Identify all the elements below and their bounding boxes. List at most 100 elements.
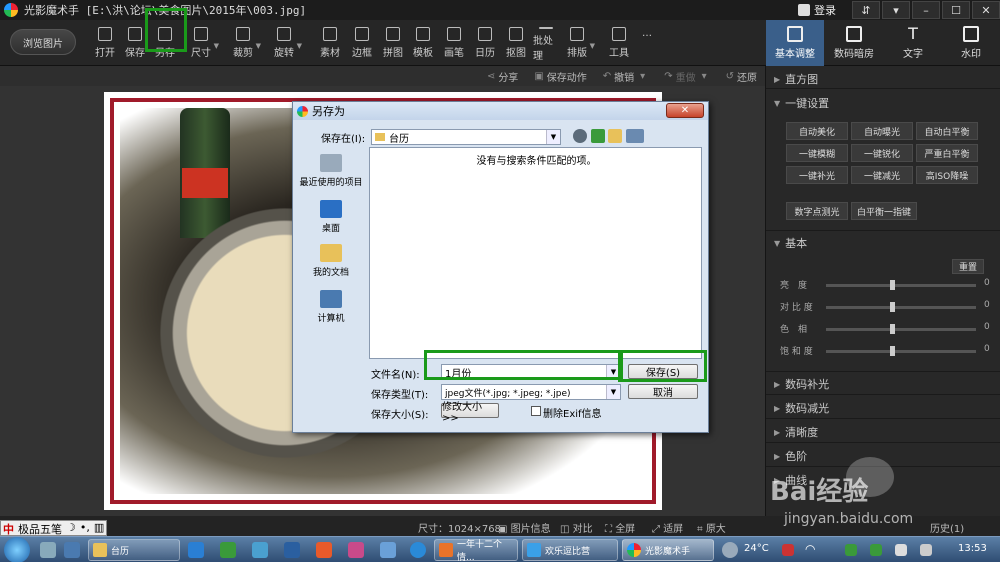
browse-images-button[interactable]: 浏览图片 — [10, 29, 76, 55]
brightness-knob[interactable] — [890, 280, 895, 290]
saturation-knob[interactable] — [890, 346, 895, 356]
task-calendar-folder[interactable]: 台历 — [88, 539, 180, 561]
file-list[interactable]: 没有与搜索条件匹配的项。 — [369, 147, 702, 359]
layout-button[interactable]: 排版 ▼ — [567, 24, 595, 62]
basic-section[interactable]: ▼ 基本 — [774, 235, 807, 251]
place-recent[interactable]: 最近使用的项目 — [296, 154, 366, 188]
remove-exif-checkbox[interactable] — [531, 406, 541, 416]
undo-button[interactable]: ↶ 撤销 ▾ — [603, 69, 648, 84]
restore-button[interactable]: ↺ 还原 — [726, 69, 757, 84]
new-folder-icon[interactable] — [608, 129, 622, 143]
save-in-select[interactable]: 台历 ▼ — [371, 129, 561, 145]
task-qq[interactable]: 欢乐逗比营 — [522, 539, 618, 561]
menu-button[interactable]: ▾ — [882, 1, 910, 19]
volume-icon[interactable] — [920, 544, 932, 556]
maximize-button[interactable]: ☐ — [942, 1, 970, 19]
share-button[interactable]: ⋖ 分享 — [487, 69, 518, 84]
collage-button[interactable]: 拼图 — [383, 24, 403, 62]
severe-white-balance-button[interactable]: 严重白平衡 — [916, 144, 978, 162]
clock-text[interactable]: 13:53 — [958, 543, 987, 554]
ime-dot-icon[interactable]: •, — [78, 521, 92, 535]
app-pink-icon[interactable] — [348, 542, 364, 558]
histogram-section[interactable]: ▶ 直方图 — [774, 71, 818, 87]
tab-basic-adjust[interactable]: 基本调整 — [766, 20, 824, 66]
media-player-icon[interactable] — [410, 542, 426, 558]
one-click-section[interactable]: ▼ 一键设置 — [774, 95, 829, 111]
border-button[interactable]: 边框 — [352, 24, 372, 62]
close-button[interactable]: ✕ — [972, 1, 1000, 19]
place-computer[interactable]: 计算机 — [296, 290, 366, 324]
save-button[interactable]: 保存 — [125, 24, 145, 62]
high-iso-denoise-button[interactable]: 高ISO降噪 — [916, 166, 978, 184]
white-balance-picker-button[interactable]: 白平衡一指键 — [851, 202, 917, 220]
wifi-icon[interactable]: ◠ — [805, 542, 821, 558]
auto-beautify-button[interactable]: 自动美化 — [786, 122, 848, 140]
brush-button[interactable]: 画笔 — [444, 24, 464, 62]
task-photo-editor[interactable]: 光影魔术手 — [622, 539, 714, 561]
ie-icon[interactable] — [188, 542, 204, 558]
more-button[interactable]: … — [640, 24, 654, 62]
fill-light-button[interactable]: 一键补光 — [786, 166, 848, 184]
batch-button[interactable]: 批处理 — [533, 24, 559, 62]
computer-taskbar-icon[interactable] — [64, 542, 80, 558]
original-size-button[interactable]: ⌗ 原大 — [697, 520, 726, 535]
start-button[interactable] — [4, 537, 30, 562]
minimize-button[interactable]: – — [912, 1, 940, 19]
security-icon[interactable] — [845, 544, 857, 556]
open-button[interactable]: 打开 — [95, 24, 115, 62]
chrome-icon[interactable] — [316, 542, 332, 558]
tab-digital-darkroom[interactable]: 数码暗房 — [825, 20, 883, 66]
one-click-sharpen-button[interactable]: 一键锐化 — [851, 144, 913, 162]
tray-red-icon[interactable] — [782, 544, 794, 556]
crop-button[interactable]: 裁剪 ▼ — [233, 24, 261, 62]
show-desktop-icon[interactable] — [40, 542, 56, 558]
compare-button[interactable]: ◫ 对比 — [560, 520, 593, 535]
fit-screen-button[interactable]: ⤢ 适屏 — [652, 520, 683, 535]
login-link[interactable]: 登录 — [814, 2, 836, 18]
tab-watermark[interactable]: 水印 — [942, 20, 1000, 66]
ime-keyboard-icon[interactable]: ▥ — [92, 521, 106, 535]
clarity-section[interactable]: ▶ 清晰度 — [774, 424, 818, 440]
image-info-button[interactable]: ▣ 图片信息 — [498, 520, 551, 535]
cancel-button-dialog[interactable]: 取消 — [628, 384, 698, 399]
one-click-blur-button[interactable]: 一键模糊 — [786, 144, 848, 162]
app-green-icon[interactable] — [220, 542, 236, 558]
rotate-button[interactable]: 旋转 ▼ — [274, 24, 302, 62]
user-icon[interactable] — [798, 4, 810, 16]
spot-metering-button[interactable]: 数字点测光 — [786, 202, 848, 220]
auto-exposure-button[interactable]: 自动曝光 — [851, 122, 913, 140]
view-menu-icon[interactable] — [626, 129, 644, 143]
contrast-slider[interactable] — [826, 306, 976, 309]
hue-slider[interactable] — [826, 328, 976, 331]
change-size-button[interactable]: 修改大小 >> — [441, 402, 499, 424]
back-icon[interactable] — [573, 129, 587, 143]
tools-button[interactable]: 工具 — [609, 24, 629, 62]
calendar-button[interactable]: 日历 — [475, 24, 495, 62]
task-browser[interactable]: 一年十二个情... — [434, 539, 518, 562]
hue-knob[interactable] — [890, 324, 895, 334]
flag-icon[interactable] — [895, 544, 907, 556]
ime-bar[interactable]: 中 极品五笔 ☽ •, ▥ — [0, 520, 108, 536]
fullscreen-button[interactable]: ⛶ 全屏 — [605, 520, 635, 535]
cutout-button[interactable]: 抠图 — [506, 24, 526, 62]
app-blue-icon[interactable] — [252, 542, 268, 558]
saturation-slider[interactable] — [826, 350, 976, 353]
resize-button[interactable]: 尺寸 ▼ — [191, 24, 219, 62]
shield-icon[interactable] — [870, 544, 882, 556]
dialog-close-button[interactable]: ✕ — [666, 103, 704, 118]
reduce-light-button[interactable]: 一键减光 — [851, 166, 913, 184]
contrast-knob[interactable] — [890, 302, 895, 312]
skin-button[interactable]: ⇵ — [852, 1, 880, 19]
place-documents[interactable]: 我的文档 — [296, 244, 366, 278]
app-lightblue-icon[interactable] — [380, 542, 396, 558]
search-app-icon[interactable] — [284, 542, 300, 558]
place-desktop[interactable]: 桌面 — [296, 200, 366, 234]
brightness-slider[interactable] — [826, 284, 976, 287]
tab-text[interactable]: T 文字 — [884, 20, 942, 66]
ime-moon-icon[interactable]: ☽ — [64, 521, 78, 535]
fill-light-section[interactable]: ▶ 数码补光 — [774, 376, 829, 392]
auto-white-balance-button[interactable]: 自动白平衡 — [916, 122, 978, 140]
reset-button[interactable]: 重置 — [952, 259, 984, 274]
template-button[interactable]: 模板 — [413, 24, 433, 62]
up-folder-icon[interactable] — [591, 129, 605, 143]
